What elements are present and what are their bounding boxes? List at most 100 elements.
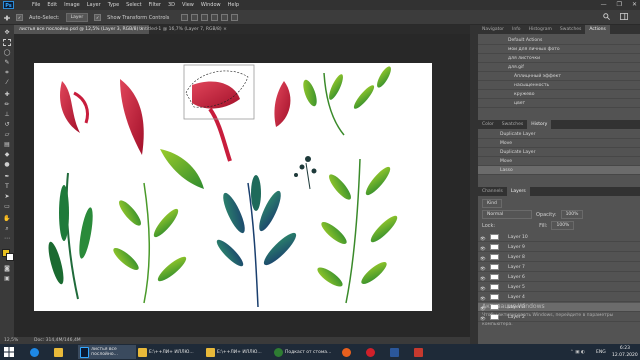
dodge-tool-icon[interactable]: ● (3, 161, 11, 168)
align-right-icon[interactable] (231, 14, 239, 21)
eye-icon[interactable]: 👁 (480, 295, 486, 302)
hand-tool-icon[interactable]: ✋ (3, 215, 11, 222)
ie-taskbar-icon[interactable] (28, 345, 41, 359)
eye-icon[interactable]: 👁 (480, 275, 486, 282)
pen-tool-icon[interactable]: ✒ (3, 173, 11, 180)
tab-actions[interactable]: Actions (585, 25, 610, 34)
eye-icon[interactable]: 👁 (480, 245, 486, 252)
menu-window[interactable]: Window (201, 2, 221, 8)
eyedropper-tool-icon[interactable]: ⁄ (3, 79, 11, 86)
action-row[interactable]: насыщенность (478, 81, 640, 90)
marquee-tool-icon[interactable] (3, 39, 11, 46)
layer-row[interactable]: 👁 Layer 10 (478, 233, 640, 242)
tray-icons[interactable]: ⌃ ▣ ◐ (568, 345, 587, 359)
screen-mode-icon[interactable]: ▣ (3, 275, 11, 282)
align-bottom-icon[interactable] (201, 14, 209, 21)
eye-icon[interactable]: 👁 (480, 235, 486, 242)
menu-image[interactable]: Image (64, 2, 80, 8)
align-vcenter-icon[interactable] (191, 14, 199, 21)
tab-history[interactable]: History (527, 120, 552, 129)
quick-select-tool-icon[interactable]: ✎ (3, 59, 11, 66)
auto-select-dropdown[interactable]: Layer (65, 13, 89, 22)
opacity-field[interactable]: 100% (560, 210, 584, 219)
action-row[interactable]: Аплицнный эффект (478, 72, 640, 81)
healing-brush-icon[interactable]: ✚ (3, 91, 11, 98)
transform-controls-checkbox[interactable]: ✓ (94, 14, 102, 21)
tab-color[interactable]: Color (478, 120, 498, 129)
document-canvas[interactable] (34, 63, 432, 311)
align-top-icon[interactable] (181, 14, 189, 21)
tab-swatches-2[interactable]: Swatches (498, 120, 528, 129)
firefox-taskbar-icon[interactable] (340, 345, 353, 359)
layer-row[interactable]: 👁 Layer 5 (478, 283, 640, 292)
tab-swatches[interactable]: Swatches (556, 25, 586, 34)
fill-field[interactable]: 100% (551, 221, 575, 230)
brush-tool-icon[interactable]: ✏ (3, 101, 11, 108)
blur-tool-icon[interactable]: ◆ (3, 151, 11, 158)
move-tool-icon[interactable]: ✥ (3, 29, 11, 36)
close-button[interactable]: ✕ (632, 0, 637, 10)
layer-row[interactable]: 👁 Layer 9 (478, 243, 640, 252)
action-set-row[interactable]: мои для личных фото (478, 45, 640, 54)
app-taskbar-icon[interactable] (412, 345, 425, 359)
menu-file[interactable]: File (32, 2, 40, 8)
taskbar-folder-1[interactable]: E:\++ЛИ+ ИЛЛЮ... (136, 345, 200, 359)
minimize-button[interactable]: — (601, 0, 607, 10)
action-set-row[interactable]: Default Actions (478, 36, 640, 45)
zoom-tool-icon[interactable]: ⌕ (3, 225, 11, 232)
menu-3d[interactable]: 3D (168, 2, 175, 8)
rectangle-tool-icon[interactable]: ▭ (3, 203, 11, 210)
history-state[interactable]: Move (478, 157, 640, 166)
start-button[interactable] (2, 345, 16, 359)
menu-edit[interactable]: Edit (47, 2, 57, 8)
background-color-swatch[interactable] (6, 253, 14, 261)
layer-row[interactable]: 👁 Layer 4 (478, 293, 640, 302)
tab-document-untitled[interactable]: Untitled-1 @ 16,7% (Layer 7, RGB/8) × (134, 25, 232, 34)
workspace-icon[interactable] (620, 13, 628, 20)
layer-row[interactable]: 👁 Layer 6 (478, 273, 640, 282)
blend-mode-dropdown[interactable]: Normal (482, 210, 532, 219)
crop-tool-icon[interactable]: ⌗ (3, 69, 11, 76)
search-icon[interactable] (603, 13, 610, 20)
layer-row[interactable]: 👁 Layer 8 (478, 253, 640, 262)
menu-filter[interactable]: Filter (149, 2, 161, 8)
language-indicator[interactable]: ENG (594, 345, 608, 359)
action-row[interactable]: кружево (478, 90, 640, 99)
menu-type[interactable]: Type (108, 2, 119, 8)
eye-icon[interactable]: 👁 (480, 285, 486, 292)
tab-histogram[interactable]: Histogram (525, 25, 556, 34)
align-left-icon[interactable] (211, 14, 219, 21)
more-tools-icon[interactable]: ⋯ (3, 235, 11, 242)
eraser-tool-icon[interactable]: ▱ (3, 131, 11, 138)
explorer-taskbar-icon[interactable] (52, 345, 65, 359)
taskbar-folder-2[interactable]: E:\++ЛИ+ ИЛЛЮ... (204, 345, 268, 359)
taskbar-chrome[interactable]: Подкаст от стома... (272, 345, 336, 359)
tab-document-leaves[interactable]: листья все послойно.psd @ 12,5% (Layer 3… (14, 25, 149, 34)
eye-icon[interactable]: 👁 (480, 255, 486, 262)
tab-channels[interactable]: Channels (478, 187, 507, 196)
auto-select-checkbox[interactable]: ✓ (16, 14, 23, 21)
action-set-row[interactable]: для.gif (478, 63, 640, 72)
layer-row[interactable]: 👁 Layer 7 (478, 263, 640, 272)
menu-help[interactable]: Help (228, 2, 239, 8)
lasso-tool-icon[interactable]: ◯ (3, 49, 11, 56)
clock[interactable]: 6:23 12.07.2020 (612, 345, 638, 359)
restore-button[interactable]: ❐ (617, 0, 622, 10)
history-state-current[interactable]: Lasso (478, 166, 640, 175)
history-state[interactable]: Duplicate Layer (478, 148, 640, 157)
path-select-icon[interactable]: ➤ (3, 193, 11, 200)
align-hcenter-icon[interactable] (221, 14, 229, 21)
menu-layer[interactable]: Layer (87, 2, 101, 8)
eye-icon[interactable]: 👁 (480, 265, 486, 272)
type-tool-icon[interactable]: T (3, 183, 11, 190)
history-brush-icon[interactable]: ↺ (3, 121, 11, 128)
opera-taskbar-icon[interactable] (364, 345, 377, 359)
action-set-row[interactable]: для листочки (478, 54, 640, 63)
tab-layers[interactable]: Layers (506, 187, 530, 196)
taskbar-photoshop[interactable]: листья все послойно... (78, 345, 136, 359)
clone-stamp-icon[interactable]: ⊥ (3, 111, 11, 118)
quick-mask-icon[interactable]: ◙ (3, 265, 11, 272)
zoom-level[interactable]: 12,5% (4, 338, 18, 343)
history-state[interactable]: Duplicate Layer (478, 130, 640, 139)
menu-select[interactable]: Select (126, 2, 141, 8)
